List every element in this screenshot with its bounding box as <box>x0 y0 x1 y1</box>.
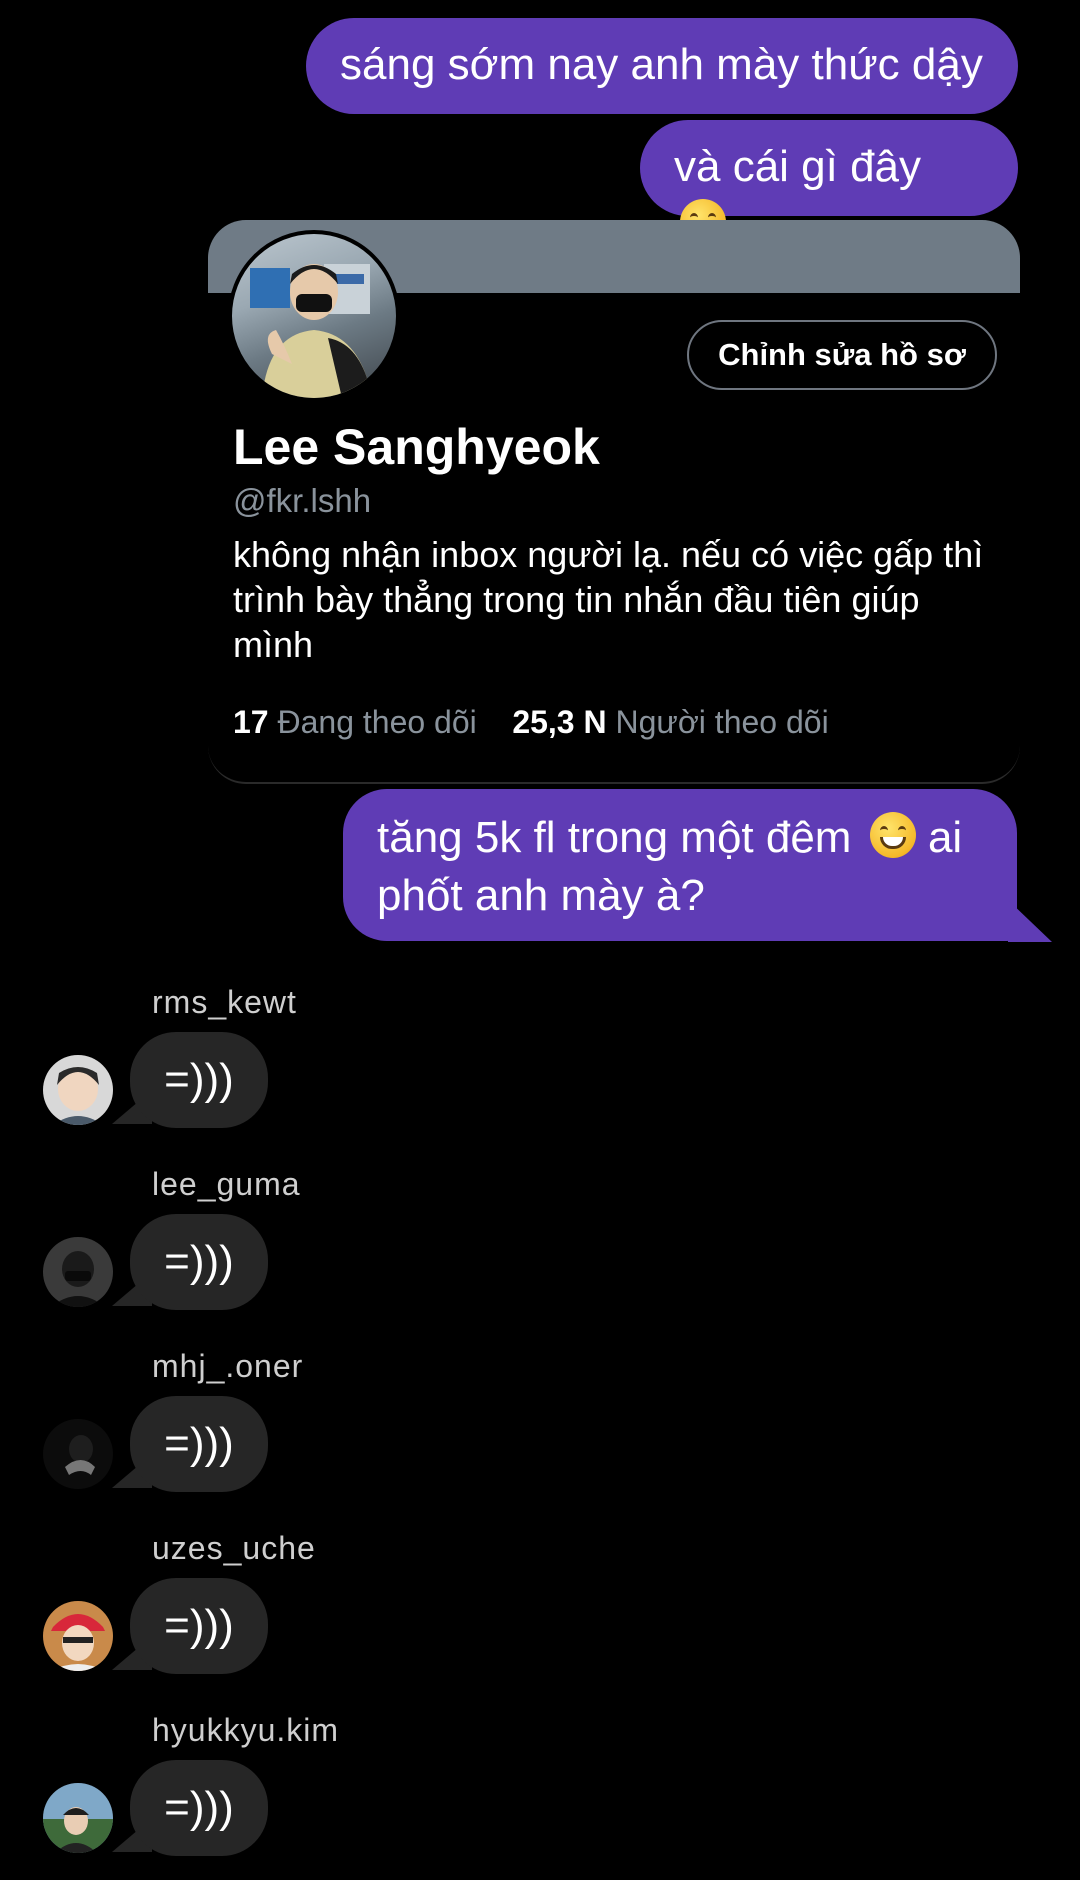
message-text: tăng 5k fl trong một đêm <box>377 813 852 862</box>
bubble-tail <box>1008 900 1052 942</box>
sender-avatar[interactable] <box>43 1601 113 1671</box>
sender-avatar[interactable] <box>43 1419 113 1489</box>
followers-label: Người theo dõi <box>615 704 829 740</box>
grinning-emoji-icon <box>869 812 916 858</box>
following-label: Đang theo dõi <box>277 704 477 740</box>
incoming-message[interactable]: =))) <box>130 1578 268 1674</box>
profile-name: Lee Sanghyeok <box>233 419 600 475</box>
message-text: và cái gì đây <box>674 142 922 191</box>
sender-name: lee_guma <box>152 1166 301 1202</box>
sender-name: mhj_.oner <box>152 1348 304 1384</box>
outgoing-message[interactable]: và cái gì đây <box>640 120 1018 245</box>
sender-avatar[interactable] <box>43 1055 113 1125</box>
shared-profile-card[interactable]: Chỉnh sửa hồ sơ Lee Sanghyeok @fkr.lshh … <box>208 220 1020 784</box>
incoming-message[interactable]: =))) <box>130 1032 268 1128</box>
incoming-message[interactable]: =))) <box>130 1214 268 1310</box>
edit-profile-button[interactable]: Chỉnh sửa hồ sơ <box>687 320 997 390</box>
message-text: sáng sớm nay anh mày thức dậy <box>340 40 983 89</box>
profile-stats: 17 Đang theo dõi 25,3 N Người theo dõi <box>233 704 829 741</box>
followers-count: 25,3 N <box>512 704 607 740</box>
sender-name: hyukkyu.kim <box>152 1712 340 1748</box>
following-count: 17 <box>233 704 269 740</box>
profile-handle: @fkr.lshh <box>233 482 372 519</box>
sender-avatar[interactable] <box>43 1783 113 1853</box>
profile-bio: không nhận inbox người lạ. nếu có việc g… <box>233 534 984 665</box>
sender-avatar[interactable] <box>43 1237 113 1307</box>
outgoing-message[interactable]: tăng 5k fl trong một đêm ai phốt anh mày… <box>343 789 1017 941</box>
incoming-message[interactable]: =))) <box>130 1396 268 1492</box>
sender-name: rms_kewt <box>152 984 297 1020</box>
profile-avatar <box>228 230 400 402</box>
incoming-message[interactable]: =))) <box>130 1760 268 1856</box>
outgoing-message[interactable]: sáng sớm nay anh mày thức dậy <box>306 18 1018 114</box>
sender-name: uzes_uche <box>152 1530 316 1566</box>
